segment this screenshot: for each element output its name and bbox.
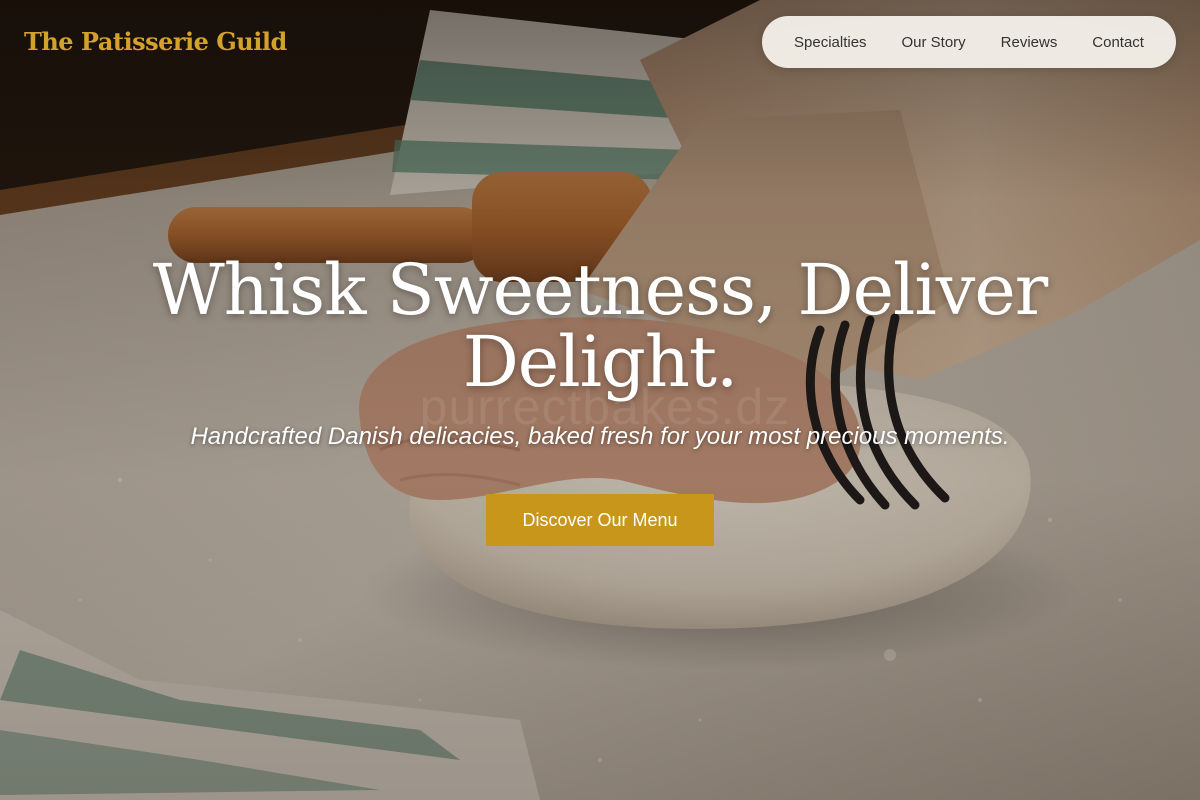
discover-menu-button[interactable]: Discover Our Menu — [486, 494, 714, 546]
hero-headline-line-1: Whisk Sweetness, Deliver — [152, 249, 1048, 331]
hero-headline-line-2: Delight. — [462, 321, 739, 403]
hero-tagline: Handcrafted Danish delicacies, baked fre… — [190, 423, 1010, 450]
hero-headline: Whisk Sweetness, Deliver Delight. — [150, 254, 1050, 398]
nav-item-reviews[interactable]: Reviews — [1001, 34, 1058, 51]
nav-item-our-story[interactable]: Our Story — [902, 34, 966, 51]
nav-item-specialties[interactable]: Specialties — [794, 34, 867, 51]
main-nav: Specialties Our Story Reviews Contact — [762, 16, 1176, 68]
nav-item-contact[interactable]: Contact — [1092, 34, 1144, 51]
brand-logo[interactable]: The Patisserie Guild — [24, 27, 287, 56]
hero-section: The Patisserie Guild Specialties Our Sto… — [0, 0, 1200, 800]
